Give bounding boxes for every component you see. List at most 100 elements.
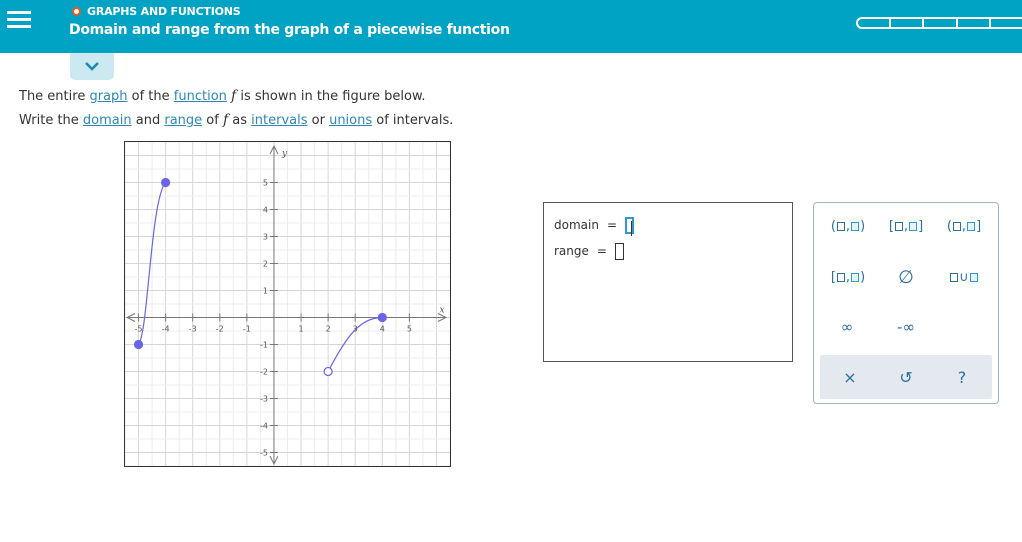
- placeholder-box: [950, 272, 959, 282]
- question-text: or: [307, 113, 330, 128]
- y-tick-label: -4: [260, 422, 268, 431]
- header-bar: GRAPHS AND FUNCTIONS Domain and range fr…: [0, 0, 1022, 53]
- y-tick-label: -2: [260, 368, 268, 377]
- expand-details-button[interactable]: [70, 53, 114, 80]
- x-tick-label: -5: [135, 325, 143, 334]
- palette-footer: × ↺ ?: [820, 355, 992, 399]
- y-tick-label: 2: [263, 260, 268, 269]
- bracket: ]: [918, 218, 924, 234]
- open-interval-button[interactable]: (,): [826, 215, 870, 237]
- placeholder-box: [909, 221, 918, 231]
- intervals-link[interactable]: intervals: [251, 113, 307, 128]
- x-tick-label: -1: [243, 325, 251, 334]
- bracket: (: [830, 218, 836, 234]
- right-open-interval-button[interactable]: [,): [826, 266, 870, 288]
- range-input[interactable]: [614, 242, 624, 260]
- question-text: of intervals.: [372, 113, 454, 128]
- progress-segment: [988, 17, 1022, 29]
- range-link[interactable]: range: [164, 113, 202, 128]
- closed-endpoint: [377, 312, 387, 323]
- domain-link[interactable]: domain: [83, 113, 132, 128]
- undo-button[interactable]: ↺: [894, 365, 918, 389]
- comma: ,: [845, 218, 851, 234]
- bracket: ): [860, 218, 866, 234]
- union-button[interactable]: ∪: [942, 266, 986, 288]
- placeholder-box: [836, 272, 845, 282]
- clear-button[interactable]: ×: [838, 365, 862, 389]
- question-text: The entire: [19, 89, 90, 104]
- close-icon: ×: [843, 367, 857, 387]
- question-text: Write the: [19, 113, 83, 128]
- closed-endpoint: [161, 177, 171, 188]
- page-title: Domain and range from the graph of a pie…: [69, 22, 510, 38]
- topic-row: GRAPHS AND FUNCTIONS: [72, 3, 241, 19]
- open-endpoint: [323, 366, 333, 377]
- topic-status-icon: [72, 6, 81, 16]
- placeholder-box: [969, 272, 978, 282]
- y-tick-label: -1: [260, 341, 268, 350]
- x-tick-label: 1: [298, 325, 303, 334]
- comma: ,: [961, 218, 967, 234]
- math-palette: (,) [,] (,] [,) ∅ ∪ ∞ -∞ × ↺ ?: [813, 202, 999, 404]
- text-cursor: [631, 220, 633, 236]
- negative-infinity-icon: -∞: [897, 318, 915, 336]
- y-tick-label: 4: [263, 206, 268, 215]
- question-line-2: Write the domain and range of f as inter…: [19, 112, 453, 128]
- comma: ,: [903, 218, 909, 234]
- graph-canvas: -5 -4 -3 -2 -1 1 2 3 4 554321-1-2-3-4-5xy: [125, 142, 450, 466]
- x-axis-label: x: [439, 306, 444, 316]
- unions-link[interactable]: unions: [329, 113, 372, 128]
- question-text: and: [131, 113, 165, 128]
- left-open-interval-button[interactable]: (,]: [942, 215, 986, 237]
- answer-box: domain = range =: [543, 202, 793, 362]
- progress-segment: [889, 17, 925, 29]
- x-tick-label: 5: [407, 325, 412, 334]
- graph-link[interactable]: graph: [89, 89, 127, 104]
- help-button[interactable]: ?: [950, 365, 974, 389]
- question-text: is shown in the figure below.: [236, 89, 426, 104]
- progress-bar: [856, 17, 1022, 29]
- progress-segment: [922, 17, 958, 29]
- closed-endpoint: [133, 339, 144, 350]
- y-tick-label: -5: [260, 449, 268, 458]
- x-tick-label: 2: [326, 325, 331, 334]
- placeholder-box: [851, 272, 860, 282]
- placeholder-box: [894, 221, 903, 231]
- topic-label: GRAPHS AND FUNCTIONS: [87, 4, 241, 18]
- question-text: of the: [127, 89, 174, 104]
- range-label: range: [554, 244, 589, 258]
- help-icon: ?: [957, 367, 967, 387]
- function-link[interactable]: function: [174, 89, 227, 104]
- infinity-button[interactable]: ∞: [832, 316, 862, 338]
- bracket: [: [888, 218, 894, 234]
- infinity-icon: ∞: [840, 318, 854, 336]
- closed-interval-button[interactable]: [,]: [884, 215, 928, 237]
- bracket: [: [830, 269, 836, 285]
- question-line-1: The entire graph of the function f is sh…: [19, 88, 426, 104]
- progress-segment: [856, 17, 892, 29]
- x-tick-label: -3: [189, 325, 197, 334]
- function-graph: -5 -4 -3 -2 -1 1 2 3 4 5 5 4 3 2 1 -1 -2 -3 -4 -5 x y: [124, 141, 451, 467]
- placeholder-box: [952, 221, 961, 231]
- range-row: range =: [554, 241, 624, 261]
- placeholder-box: [851, 221, 860, 231]
- menu-icon[interactable]: [0, 0, 38, 53]
- bracket: (: [946, 218, 952, 234]
- progress-segment: [955, 17, 991, 29]
- empty-set-icon: ∅: [898, 266, 914, 288]
- question-text: of: [202, 113, 223, 128]
- y-tick-label: 5: [263, 179, 268, 188]
- domain-input[interactable]: [625, 216, 635, 236]
- domain-row: domain =: [554, 215, 635, 236]
- placeholder-box: [967, 221, 976, 231]
- negative-infinity-button[interactable]: -∞: [888, 316, 924, 338]
- empty-set-button[interactable]: ∅: [894, 266, 918, 288]
- undo-icon: ↺: [899, 367, 913, 387]
- x-tick-label: -2: [216, 325, 224, 334]
- bracket: ]: [976, 218, 982, 234]
- union-symbol: ∪: [959, 269, 969, 285]
- y-tick-label: 3: [263, 233, 268, 242]
- y-tick-label: -3: [260, 395, 268, 404]
- x-tick-label: -4: [162, 325, 170, 334]
- question-text: as: [228, 113, 252, 128]
